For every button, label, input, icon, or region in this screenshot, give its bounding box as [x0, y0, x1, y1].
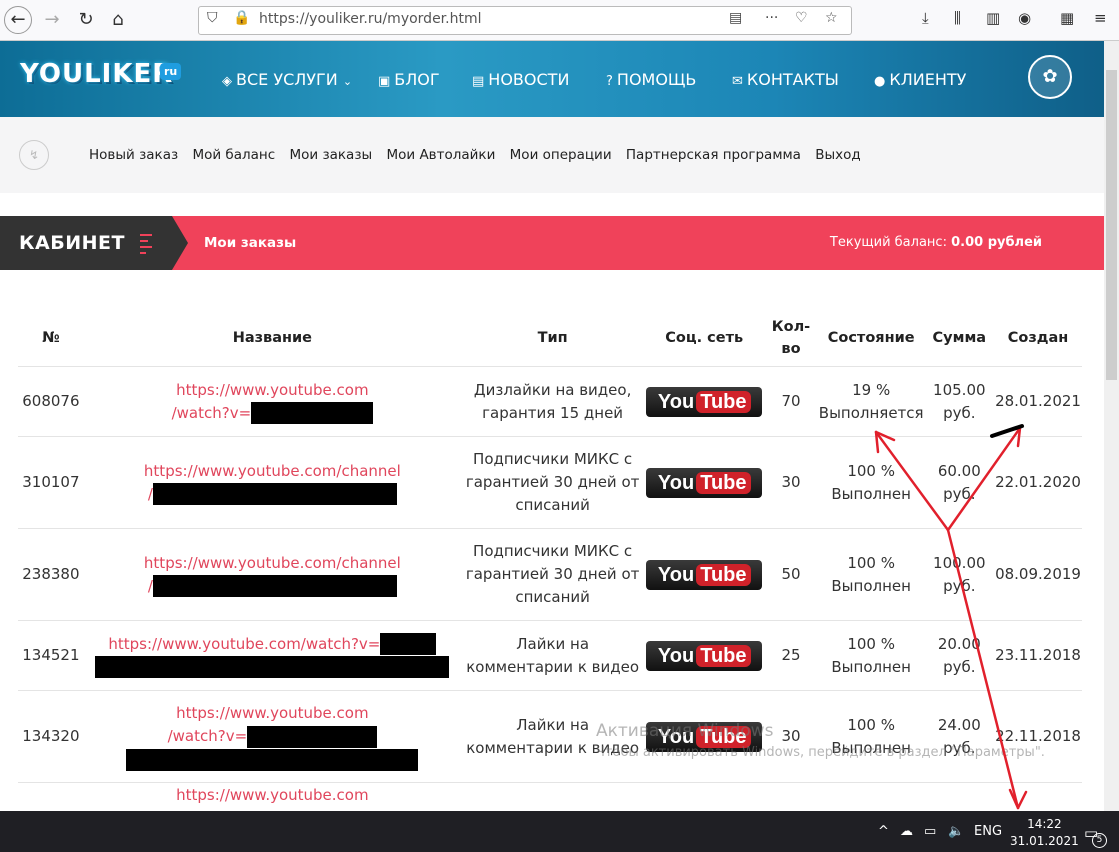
network-icon[interactable]: ▭: [924, 824, 936, 839]
clock-time: 14:22: [1027, 817, 1062, 831]
red-arrow-annotation: [874, 424, 1028, 810]
volume-icon[interactable]: 🔈: [948, 824, 964, 839]
clock-date: 31.01.2021: [1010, 834, 1079, 848]
tray-chevron-icon[interactable]: ^: [878, 824, 889, 839]
notification-count-badge: 5: [1092, 833, 1107, 848]
windows-taskbar: ^ ☁ ▭ 🔈 ENG 14:22 31.01.2021 ▭ 5: [0, 811, 1119, 852]
taskbar-clock[interactable]: 14:22 31.01.2021: [1010, 816, 1079, 850]
language-indicator[interactable]: ENG: [974, 824, 1002, 839]
tray-app-icon[interactable]: ☁: [900, 824, 913, 839]
